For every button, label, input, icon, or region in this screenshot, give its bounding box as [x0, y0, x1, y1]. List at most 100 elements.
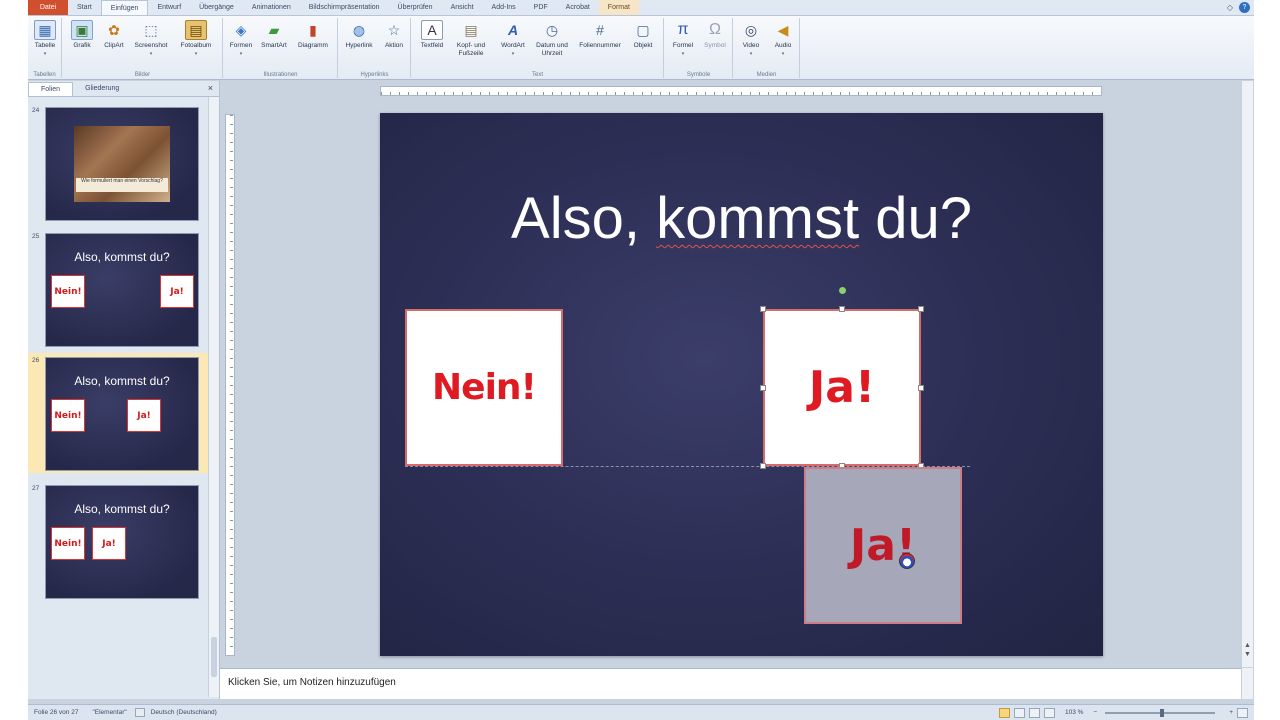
- tab-folien[interactable]: Folien: [28, 82, 74, 96]
- slide-title[interactable]: Also, kommst du?: [380, 185, 1103, 252]
- editor-scrollbar[interactable]: ▲ ▼: [1241, 81, 1253, 667]
- date-time-icon: ◷: [545, 22, 559, 38]
- hyperlink-icon: ◍: [352, 22, 366, 38]
- tab-ueberpruefen[interactable]: Überprüfen: [389, 0, 442, 15]
- datum-uhrzeit-button[interactable]: ◷ Datum und Uhrzeit: [530, 20, 574, 58]
- clipart-icon: ✿: [108, 22, 120, 38]
- group-illustrationen: ◈ Formen ▾ ▰ SmartArt ▮ Diagramm Illustra…: [224, 18, 338, 78]
- tab-pdf[interactable]: PDF: [525, 0, 557, 15]
- wordart-icon: A: [507, 22, 519, 38]
- notes-pane[interactable]: Klicken Sie, um Notizen hinzuzufügen: [220, 668, 1241, 699]
- minimize-ribbon-icon[interactable]: ◇: [1227, 3, 1233, 12]
- tab-animationen[interactable]: Animationen: [243, 0, 300, 15]
- textbox-icon: A: [421, 20, 443, 40]
- group-label-hyperlinks: Hyperlinks: [360, 72, 389, 78]
- slide-number: 26: [32, 357, 40, 364]
- thumbnail-caption: Wie formuliert man einen Vorschlag?: [76, 178, 168, 192]
- nein-box[interactable]: Nein!: [405, 309, 563, 466]
- tab-entwurf[interactable]: Entwurf: [148, 0, 190, 15]
- formel-button[interactable]: π Formel ▾: [667, 20, 699, 58]
- tabelle-button[interactable]: ▦ Tabelle ▾: [31, 20, 59, 58]
- group-tabellen: ▦ Tabelle ▾ Tabellen: [28, 18, 62, 78]
- foliennummer-button[interactable]: # Foliennummer: [574, 20, 626, 50]
- symbol-button[interactable]: Ω Symbol: [699, 20, 731, 50]
- objekt-button[interactable]: ▢ Objekt: [626, 20, 660, 50]
- tab-gliederung[interactable]: Gliederung: [73, 82, 131, 96]
- video-button[interactable]: ◎ Video ▾: [736, 20, 766, 58]
- thumbnail-title: Also, kommst du?: [74, 250, 170, 264]
- slide-preview: Also, kommst du? Nein! Ja!: [45, 357, 199, 471]
- tab-datei[interactable]: Datei: [28, 0, 68, 15]
- screenshot-button[interactable]: ⬚ Screenshot ▾: [129, 20, 173, 58]
- spellcheck-icon[interactable]: [134, 708, 145, 717]
- tab-uebergaenge[interactable]: Übergänge: [190, 0, 243, 15]
- resize-handle[interactable]: [760, 385, 766, 391]
- notes-scrollbar[interactable]: [1241, 668, 1253, 699]
- normal-view-button[interactable]: [998, 707, 1010, 718]
- slide-sorter-view-button[interactable]: [1013, 707, 1025, 718]
- reading-view-button[interactable]: [1028, 707, 1040, 718]
- diagramm-button[interactable]: ▮ Diagramm: [292, 20, 334, 50]
- slide-thumbnail-26[interactable]: 26 Also, kommst du? Nein! Ja!: [28, 353, 208, 473]
- textfeld-button[interactable]: A Textfeld: [416, 20, 448, 50]
- panel-scrollbar-thumb[interactable]: [211, 637, 217, 677]
- panel-scrollbar[interactable]: [208, 97, 219, 697]
- slide-counter: Folie 26 von 27: [34, 709, 79, 716]
- vertical-ruler[interactable]: [225, 114, 235, 656]
- tab-einfuegen[interactable]: Einfügen: [100, 0, 149, 15]
- tab-start[interactable]: Start: [68, 0, 101, 15]
- slide-thumbnail-25[interactable]: 25 Also, kommst du? Nein! Ja!: [28, 229, 208, 349]
- photo-album-icon: ▤: [185, 20, 207, 40]
- clipart-button[interactable]: ✿ ClipArt: [99, 20, 129, 50]
- tab-acrobat[interactable]: Acrobat: [557, 0, 599, 15]
- thumbnail-title: Also, kommst du?: [74, 374, 170, 388]
- grafik-button[interactable]: ▣ Grafik: [67, 20, 97, 50]
- slide-number: 24: [32, 107, 40, 114]
- audio-button[interactable]: ◀ Audio ▾: [768, 20, 798, 58]
- slide-thumbnail-27[interactable]: 27 Also, kommst du? Nein! Ja!: [28, 481, 208, 601]
- video-icon: ◎: [744, 22, 758, 38]
- kopf-fusszeile-button[interactable]: ▤ Kopf- und Fußzeile: [448, 20, 494, 58]
- language[interactable]: Deutsch (Deutschland): [151, 709, 217, 716]
- help-icon[interactable]: ?: [1239, 2, 1250, 13]
- thumbnail-box-nein: Nein!: [51, 527, 85, 560]
- tab-bildschirmpraesentation[interactable]: Bildschirmpräsentation: [300, 0, 389, 15]
- rotation-handle[interactable]: [839, 287, 846, 294]
- resize-handle[interactable]: [760, 306, 766, 312]
- hyperlink-button[interactable]: ◍ Hyperlink: [341, 20, 377, 50]
- ja-box-drag-preview[interactable]: Ja!: [804, 467, 962, 624]
- slideshow-view-button[interactable]: [1043, 707, 1055, 718]
- resize-handle[interactable]: [839, 306, 845, 312]
- thumbnail-box-ja: Ja!: [127, 399, 161, 432]
- group-label-text: Text: [531, 72, 543, 78]
- move-cursor-icon: [899, 553, 915, 569]
- group-label-illustrationen: Illustrationen: [263, 72, 298, 78]
- resize-handle[interactable]: [760, 463, 766, 469]
- ja-box[interactable]: Ja!: [763, 309, 921, 466]
- theme-name[interactable]: "Elementar": [92, 709, 126, 716]
- tab-ansicht[interactable]: Ansicht: [442, 0, 483, 15]
- smartart-button[interactable]: ▰ SmartArt: [256, 20, 292, 50]
- fotoalbum-button[interactable]: ▤ Fotoalbum ▾: [173, 20, 219, 58]
- zoom-in-icon[interactable]: +: [1229, 709, 1233, 716]
- screenshot-icon: ⬚: [144, 22, 158, 38]
- wordart-button[interactable]: A WordArt ▾: [496, 20, 530, 58]
- panel-tabs: Folien Gliederung ×: [28, 81, 219, 97]
- scroll-arrows-icon[interactable]: ▲ ▼: [1242, 641, 1253, 659]
- resize-handle[interactable]: [918, 306, 924, 312]
- zoom-level[interactable]: 103 %: [1065, 709, 1083, 716]
- smartart-icon: ▰: [268, 22, 280, 38]
- aktion-button[interactable]: ☆ Aktion: [379, 20, 409, 50]
- current-slide[interactable]: Also, kommst du? Nein! Ja! Ja!: [380, 113, 1103, 656]
- zoom-slider-knob[interactable]: [1160, 708, 1165, 717]
- zoom-out-icon[interactable]: −: [1093, 709, 1097, 716]
- tab-format[interactable]: Format: [598, 0, 639, 15]
- horizontal-ruler[interactable]: [380, 86, 1102, 96]
- close-icon[interactable]: ×: [208, 83, 213, 93]
- zoom-slider[interactable]: [1105, 708, 1216, 717]
- slide-thumbnail-24[interactable]: 24 Wie formuliert man einen Vorschlag?: [28, 103, 208, 223]
- tab-add-ins[interactable]: Add-Ins: [483, 0, 525, 15]
- fit-to-window-button[interactable]: [1237, 707, 1248, 718]
- formen-button[interactable]: ◈ Formen ▾: [226, 20, 256, 58]
- resize-handle[interactable]: [918, 385, 924, 391]
